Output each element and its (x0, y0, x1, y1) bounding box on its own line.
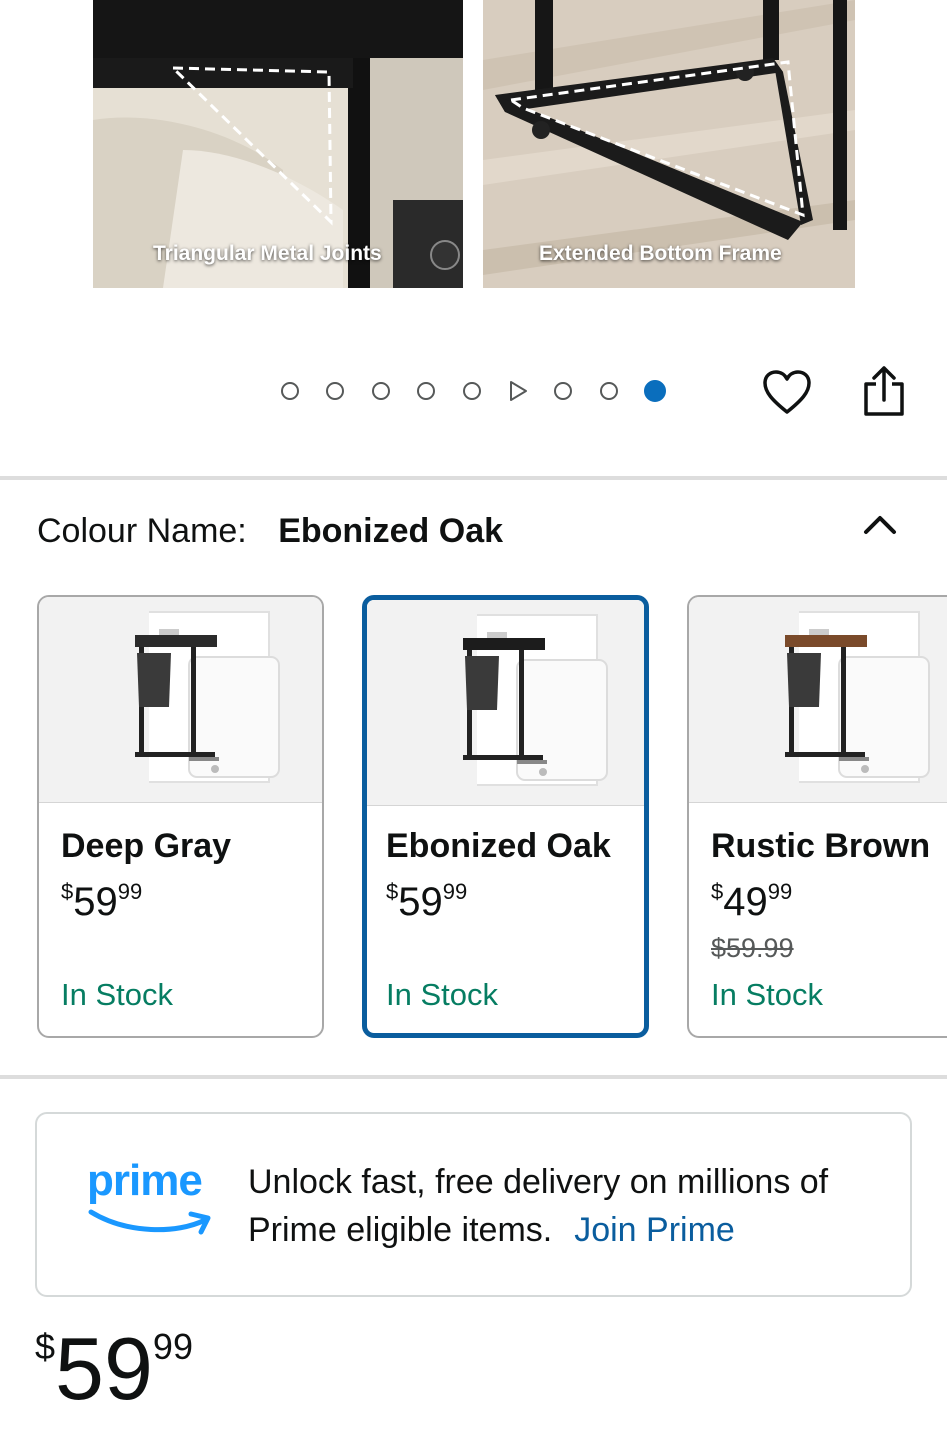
product-image-joints[interactable]: Triangular Metal Joints (93, 0, 463, 288)
video-play-icon[interactable] (507, 380, 529, 402)
colour-label: Colour Name: (37, 512, 247, 550)
prime-smile-icon (88, 1209, 211, 1235)
frame-caption: Extended Bottom Frame (539, 242, 782, 265)
carousel-dot-active[interactable] (644, 380, 666, 402)
prime-banner[interactable]: prime Unlock fast, free delivery on mill… (35, 1112, 912, 1297)
stock-status: In Stock (711, 977, 823, 1012)
product-image-frame[interactable]: Extended Bottom Frame (483, 0, 855, 288)
price-whole: 59 (55, 1319, 153, 1418)
stock-status: In Stock (386, 977, 498, 1012)
price-fraction: 99 (152, 1326, 193, 1367)
carousel-dot[interactable] (600, 382, 618, 400)
swatch-thumbnail (367, 600, 644, 806)
colour-option-deep-gray[interactable]: Deep Gray $5999 In Stock (37, 595, 324, 1038)
join-prime-link[interactable]: Join Prime (574, 1211, 735, 1249)
prime-logo: prime (87, 1156, 217, 1236)
section-divider (0, 1075, 947, 1079)
colour-heading: Colour Name: Ebonized Oak (37, 512, 503, 551)
carousel-dot[interactable] (554, 382, 572, 400)
chevron-up-icon[interactable] (860, 508, 900, 540)
swatch-name: Ebonized Oak (386, 827, 611, 865)
prime-wordmark: prime (87, 1156, 203, 1205)
joints-caption: Triangular Metal Joints (153, 242, 382, 265)
swatch-thumbnail (689, 597, 947, 803)
prime-message: Unlock fast, free delivery on millions o… (248, 1163, 829, 1249)
colour-option-ebonized-oak[interactable]: Ebonized Oak $5999 In Stock (362, 595, 649, 1038)
swatch-list-price: $59.99 (711, 933, 794, 963)
side-table-thumbnail (463, 614, 608, 786)
stock-status: In Stock (61, 977, 173, 1012)
swatch-name: Rustic Brown (711, 827, 931, 865)
swatch-price: $5999 (386, 879, 468, 924)
side-table-thumbnail (135, 611, 280, 783)
swatch-price: $4999 (711, 879, 793, 924)
swatch-name: Deep Gray (61, 827, 232, 865)
prime-message-block: Unlock fast, free delivery on millions o… (248, 1158, 888, 1254)
price-currency: $ (35, 1326, 56, 1367)
carousel-dot[interactable] (372, 382, 390, 400)
swatch-thumbnail (39, 597, 322, 803)
carousel-dot[interactable] (326, 382, 344, 400)
swatch-price: $5999 (61, 879, 143, 924)
carousel-dot[interactable] (463, 382, 481, 400)
carousel-dot[interactable] (281, 382, 299, 400)
carousel-dot[interactable] (417, 382, 435, 400)
side-table-thumbnail (785, 611, 930, 783)
main-price: $5999 (35, 1318, 193, 1420)
heart-icon[interactable] (762, 368, 812, 418)
share-icon[interactable] (860, 364, 908, 418)
colour-option-rustic-brown[interactable]: Rustic Brown $4999 $59.99 In Stock (687, 595, 947, 1038)
section-divider (0, 476, 947, 480)
colour-selected-value: Ebonized Oak (278, 512, 504, 550)
